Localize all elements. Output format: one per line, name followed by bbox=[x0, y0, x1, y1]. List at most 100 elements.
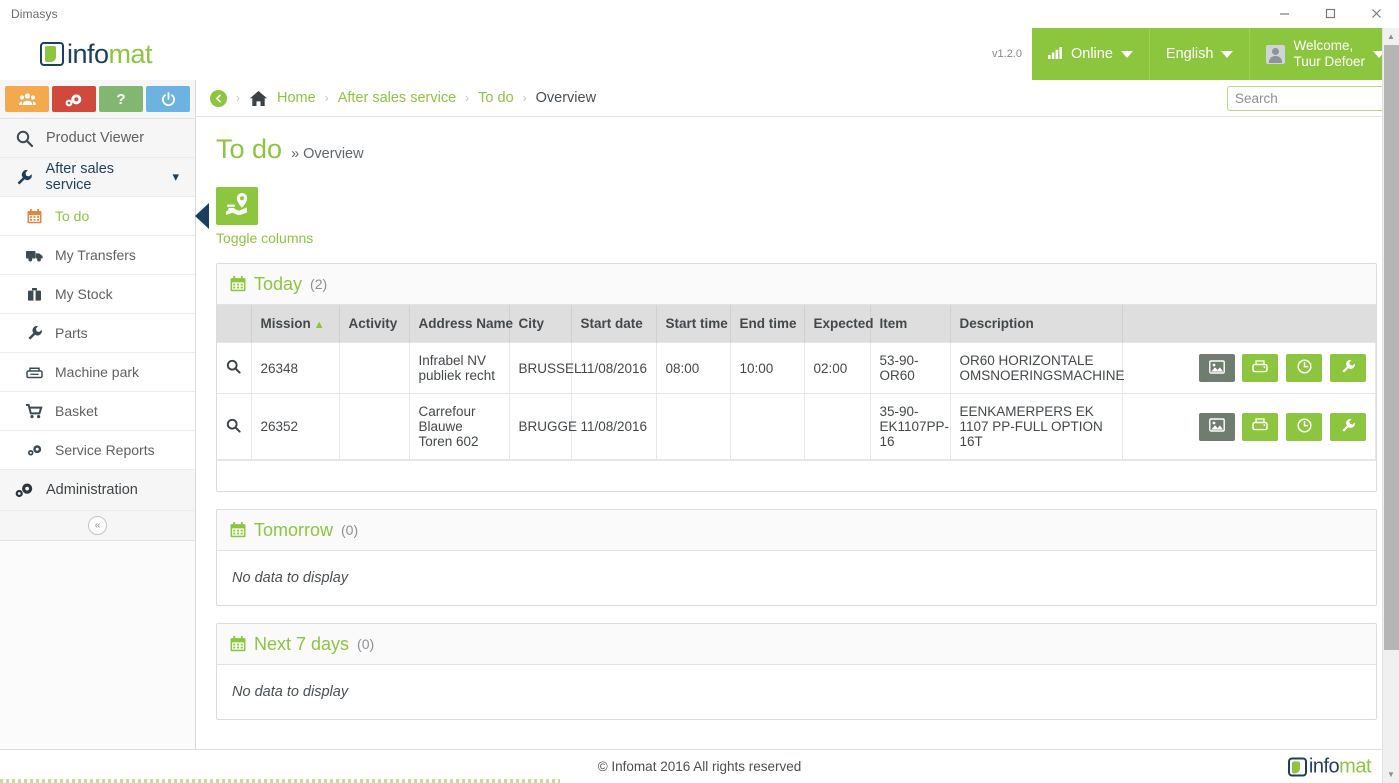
sidebar-collapse-button[interactable]: « bbox=[0, 511, 195, 541]
cell-address-name: Infrabel NV publiek recht bbox=[409, 342, 510, 394]
application-window: Dimasys infomat v1.2.0 Online English We… bbox=[0, 0, 1399, 783]
signal-icon bbox=[1047, 46, 1063, 63]
sidebar-item-label: Machine park bbox=[55, 364, 140, 380]
sidebar-item-label: To do bbox=[55, 208, 90, 224]
sidebar-item-parts[interactable]: Parts bbox=[0, 314, 195, 353]
time-action-button[interactable] bbox=[1286, 354, 1323, 382]
scroll-down-arrow-icon[interactable]: ▼ bbox=[1383, 766, 1399, 783]
help-button[interactable]: ? bbox=[99, 86, 143, 112]
content-scroll-area[interactable]: To do » Overview Toggle columns Today (2… bbox=[196, 117, 1399, 749]
cell-city: BRUSSEL bbox=[509, 342, 582, 394]
scroll-up-arrow-icon[interactable]: ▲ bbox=[1383, 28, 1399, 45]
header-actions bbox=[1122, 305, 1376, 343]
header-item[interactable]: Item bbox=[870, 305, 951, 343]
sidebar-item-product-viewer[interactable]: Product Viewer bbox=[0, 119, 195, 158]
toggle-columns-label[interactable]: Toggle columns bbox=[216, 225, 1377, 246]
page-title: To do bbox=[216, 134, 283, 164]
header-activity[interactable]: Activity bbox=[339, 305, 410, 343]
home-icon[interactable] bbox=[249, 90, 268, 107]
logo-word-dark: info bbox=[67, 38, 109, 69]
vertical-scrollbar[interactable]: ▲ ▼ bbox=[1382, 28, 1399, 783]
header-city[interactable]: City bbox=[509, 305, 572, 343]
logo-word-green: mat bbox=[1339, 755, 1371, 777]
calendar-icon bbox=[230, 276, 246, 292]
service-action-button[interactable] bbox=[1330, 412, 1366, 441]
sidebar-item-my-stock[interactable]: My Stock bbox=[0, 275, 195, 314]
header-expected[interactable]: Expected bbox=[804, 305, 874, 343]
table-row[interactable]: 26352 Carrefour Blauwe Toren 602 BRUGGE … bbox=[217, 393, 1376, 460]
header-description[interactable]: Description bbox=[950, 305, 1123, 343]
sidebar-item-administration[interactable]: Administration bbox=[0, 470, 195, 511]
chevron-down-icon: ▾ bbox=[172, 169, 179, 184]
breadcrumb-bar: › Home › After sales service › To do › O… bbox=[196, 80, 1399, 117]
body-region: ? Product Viewer After sales service ▾ T… bbox=[0, 80, 1399, 749]
panel-header: Tomorrow (0) bbox=[217, 510, 1376, 551]
users-icon bbox=[18, 92, 36, 106]
breadcrumb-home[interactable]: Home bbox=[277, 90, 316, 106]
empty-state-message: No data to display bbox=[232, 684, 349, 700]
sidebar-item-after-sales-service[interactable]: After sales service ▾ bbox=[0, 158, 195, 197]
sidebar-item-machine-park[interactable]: Machine park bbox=[0, 353, 195, 392]
magnifier-icon[interactable] bbox=[226, 359, 241, 374]
sidebar-item-label: Basket bbox=[55, 403, 98, 419]
print-action-button[interactable] bbox=[1242, 412, 1279, 441]
section-panel-next-7-days: Next 7 days (0) No data to display bbox=[216, 623, 1377, 720]
header-start-time[interactable]: Start time bbox=[656, 305, 731, 343]
breadcrumb-to-do[interactable]: To do bbox=[478, 90, 513, 106]
header-address-name[interactable]: Address Name bbox=[409, 305, 513, 343]
close-button[interactable] bbox=[1353, 0, 1399, 28]
back-button[interactable] bbox=[210, 89, 227, 107]
cell-end-time bbox=[730, 393, 805, 460]
image-icon bbox=[1208, 418, 1225, 435]
cell-end-time: 10:00 bbox=[730, 342, 805, 394]
empty-state-message: No data to display bbox=[232, 570, 349, 586]
search-input[interactable] bbox=[1235, 90, 1399, 106]
sidebar-item-service-reports[interactable]: Service Reports bbox=[0, 431, 195, 470]
toggle-columns-button[interactable] bbox=[216, 187, 258, 225]
page-footer: © Infomat 2016 All rights reserved infom… bbox=[0, 749, 1399, 783]
minimize-button[interactable] bbox=[1261, 0, 1307, 28]
table-row[interactable]: 26348 Infrabel NV publiek recht BRUSSEL … bbox=[217, 342, 1376, 394]
main-content: › Home › After sales service › To do › O… bbox=[196, 80, 1399, 749]
breadcrumb-after-sales-service[interactable]: After sales service bbox=[338, 90, 456, 106]
clock-icon bbox=[1297, 417, 1312, 436]
sidebar-item-my-transfers[interactable]: My Transfers bbox=[0, 236, 195, 275]
row-detail-cell[interactable] bbox=[217, 342, 252, 394]
photo-action-button[interactable] bbox=[1198, 412, 1235, 441]
online-status-menu[interactable]: Online bbox=[1031, 28, 1150, 80]
settings-button[interactable] bbox=[52, 86, 96, 112]
service-action-button[interactable] bbox=[1330, 354, 1366, 382]
page-subtitle: » Overview bbox=[291, 146, 364, 162]
panel-count: (2) bbox=[310, 276, 328, 292]
power-button[interactable] bbox=[146, 86, 190, 112]
horizontal-scroll-indicator[interactable] bbox=[0, 779, 560, 783]
scrollbar-thumb[interactable] bbox=[1384, 45, 1399, 650]
user-menu[interactable]: Welcome, Tuur Defoer bbox=[1250, 28, 1399, 80]
window-title: Dimasys bbox=[11, 6, 58, 21]
calendar-icon bbox=[25, 208, 44, 224]
row-detail-cell[interactable] bbox=[217, 393, 252, 460]
search-box[interactable] bbox=[1227, 85, 1399, 111]
wrench-icon bbox=[1341, 418, 1356, 436]
sidebar-item-basket[interactable]: Basket bbox=[0, 392, 195, 431]
sidebar-item-to-do[interactable]: To do bbox=[0, 197, 209, 236]
photo-action-button[interactable] bbox=[1198, 354, 1235, 382]
time-action-button[interactable] bbox=[1286, 412, 1323, 441]
sidebar-item-label: After sales service bbox=[45, 161, 115, 193]
logo-word-green: mat bbox=[108, 38, 153, 69]
cell-expected: 02:00 bbox=[804, 342, 871, 394]
maximize-button[interactable] bbox=[1307, 0, 1353, 28]
active-item-pointer bbox=[195, 203, 209, 229]
cell-activity bbox=[339, 393, 410, 460]
brand-spacer bbox=[152, 28, 992, 80]
print-action-button[interactable] bbox=[1242, 354, 1279, 382]
language-menu[interactable]: English bbox=[1149, 28, 1251, 80]
logo-wordmark: infomat bbox=[67, 38, 153, 70]
header-start-date[interactable]: Start date bbox=[571, 305, 657, 343]
header-end-time[interactable]: End time bbox=[730, 305, 805, 343]
gears-icon bbox=[14, 482, 35, 498]
header-mission[interactable]: Mission ▲ bbox=[251, 305, 340, 343]
users-button[interactable] bbox=[5, 86, 49, 112]
magnifier-icon[interactable] bbox=[226, 418, 241, 433]
cell-mission: 26352 bbox=[251, 393, 340, 460]
